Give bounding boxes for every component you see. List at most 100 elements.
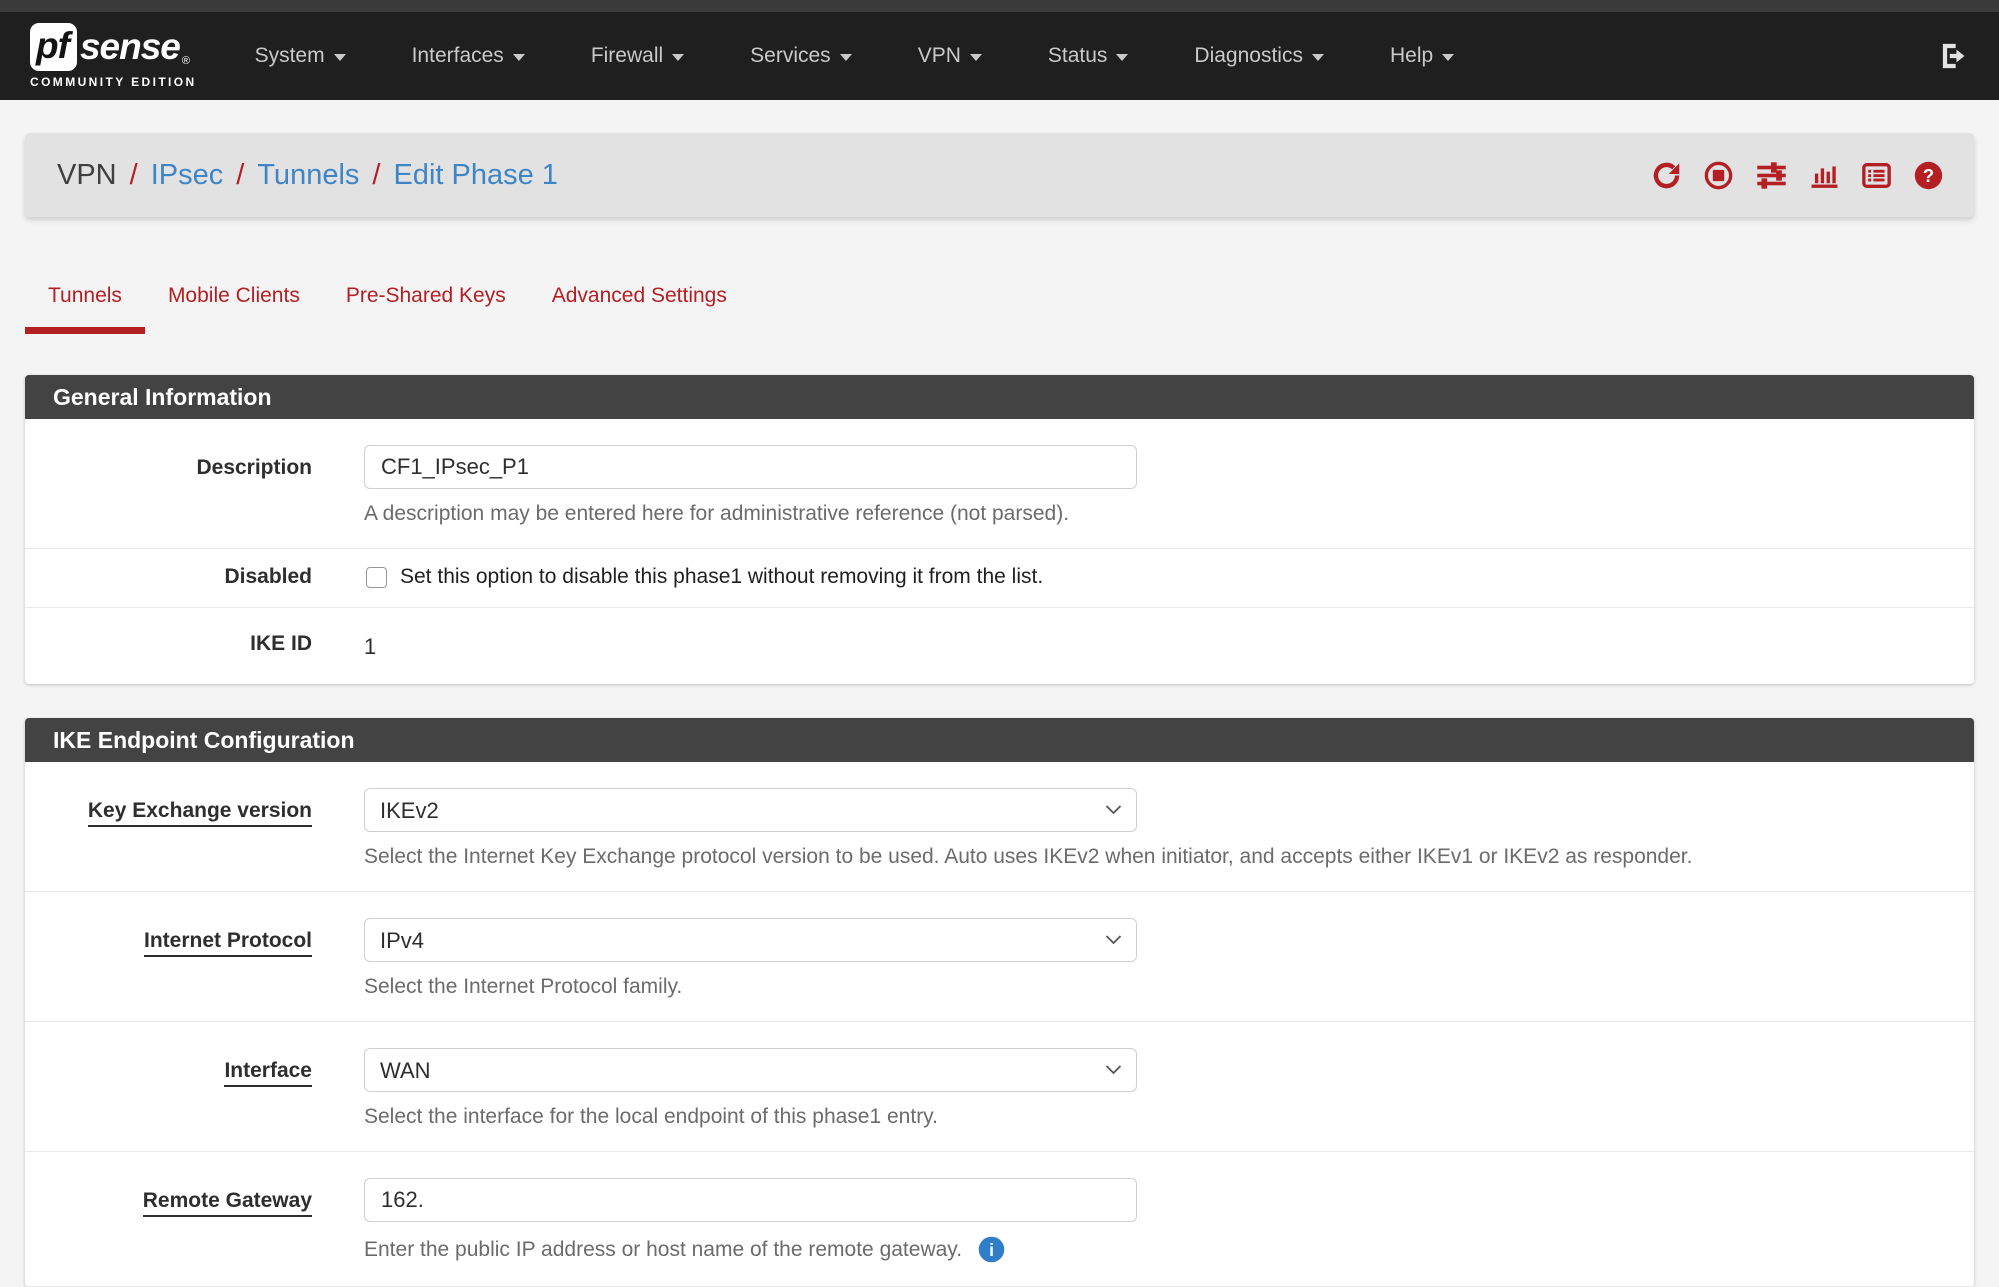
breadcrumb-tunnels-link[interactable]: Tunnels xyxy=(257,159,359,192)
nav-item-label: Diagnostics xyxy=(1194,44,1303,68)
nav-item-label: Status xyxy=(1048,44,1108,68)
related-settings-icon[interactable] xyxy=(1755,160,1788,191)
log-list-icon[interactable] xyxy=(1861,160,1892,191)
description-input[interactable] xyxy=(364,445,1137,489)
disabled-control: Set this option to disable this phase1 w… xyxy=(364,565,1974,589)
nav-item-status[interactable]: Status xyxy=(1048,44,1129,68)
pfsense-logo-main: pf sense ® xyxy=(30,23,197,71)
nav-item-label: Help xyxy=(1390,44,1433,68)
chevron-down-icon xyxy=(1116,54,1128,61)
ike-id-control: 1 xyxy=(364,632,1974,660)
breadcrumb-bar: VPN / IPsec / Tunnels / Edit Phase 1 xyxy=(25,133,1974,217)
top-strip xyxy=(0,0,1999,12)
panel-title: IKE Endpoint Configuration xyxy=(25,718,1974,762)
remote-gateway-label: Remote Gateway xyxy=(25,1178,364,1264)
tab-tunnels[interactable]: Tunnels xyxy=(25,270,145,334)
nav-item-interfaces[interactable]: Interfaces xyxy=(412,44,525,68)
breadcrumb-separator: / xyxy=(236,159,244,192)
chevron-down-icon xyxy=(840,54,852,61)
disabled-checkbox[interactable] xyxy=(366,567,387,588)
internet-protocol-select[interactable]: IPv4 xyxy=(364,918,1137,962)
description-label: Description xyxy=(25,445,364,526)
breadcrumb-vpn: VPN xyxy=(57,159,117,192)
description-help: A description may be entered here for ad… xyxy=(364,502,1934,526)
nav-item-label: Services xyxy=(750,44,831,68)
internet-protocol-label: Internet Protocol xyxy=(25,918,364,999)
pfsense-logo-pf: pf xyxy=(30,23,77,71)
ike-id-label: IKE ID xyxy=(25,632,364,660)
description-row: Description A description may be entered… xyxy=(25,419,1974,549)
remote-gateway-help: Enter the public IP address or host name… xyxy=(364,1235,1934,1264)
sub-tabs: Tunnels Mobile Clients Pre-Shared Keys A… xyxy=(25,270,1974,334)
key-exchange-label: Key Exchange version xyxy=(25,788,364,869)
breadcrumb-ipsec-link[interactable]: IPsec xyxy=(151,159,224,192)
interface-row: Interface WAN Select the interface for t… xyxy=(25,1022,1974,1152)
general-information-panel: General Information Description A descri… xyxy=(25,375,1974,684)
nav-item-label: Firewall xyxy=(591,44,663,68)
nav-item-label: System xyxy=(255,44,325,68)
remote-gateway-label-text: Remote Gateway xyxy=(143,1189,312,1217)
ike-endpoint-panel: IKE Endpoint Configuration Key Exchange … xyxy=(25,718,1974,1287)
pfsense-logo-edition: COMMUNITY EDITION xyxy=(30,75,197,89)
tab-pre-shared-keys[interactable]: Pre-Shared Keys xyxy=(323,270,529,334)
internet-protocol-control: IPv4 Select the Internet Protocol family… xyxy=(364,918,1974,999)
nav-item-vpn[interactable]: VPN xyxy=(918,44,982,68)
internet-protocol-row: Internet Protocol IPv4 Select the Intern… xyxy=(25,892,1974,1022)
disabled-row: Disabled Set this option to disable this… xyxy=(25,549,1974,608)
key-exchange-row: Key Exchange version IKEv2 Select the In… xyxy=(25,762,1974,892)
tab-advanced-settings[interactable]: Advanced Settings xyxy=(529,270,750,334)
chevron-down-icon xyxy=(1312,54,1324,61)
chevron-down-icon xyxy=(970,54,982,61)
panel-title: General Information xyxy=(25,375,1974,419)
chevron-down-icon xyxy=(334,54,346,61)
pfsense-logo[interactable]: pf sense ® COMMUNITY EDITION xyxy=(30,23,197,89)
nav-item-label: Interfaces xyxy=(412,44,504,68)
sign-out-icon[interactable] xyxy=(1937,40,1969,72)
interface-label: Interface xyxy=(25,1048,364,1129)
tab-mobile-clients[interactable]: Mobile Clients xyxy=(145,270,323,334)
top-navbar: pf sense ® COMMUNITY EDITION System Inte… xyxy=(0,12,1999,100)
ike-id-value: 1 xyxy=(364,632,1934,660)
nav-item-firewall[interactable]: Firewall xyxy=(591,44,684,68)
stop-service-icon[interactable] xyxy=(1703,160,1734,191)
breadcrumb-separator: / xyxy=(372,159,380,192)
chevron-down-icon xyxy=(1442,54,1454,61)
key-exchange-select[interactable]: IKEv2 xyxy=(364,788,1137,832)
disabled-label: Disabled xyxy=(25,565,364,589)
nav-menu: System Interfaces Firewall Services VPN … xyxy=(255,44,1455,68)
interface-help: Select the interface for the local endpo… xyxy=(364,1105,1934,1129)
interface-control: WAN Select the interface for the local e… xyxy=(364,1048,1974,1129)
breadcrumb-edit-phase1-link[interactable]: Edit Phase 1 xyxy=(393,159,557,192)
breadcrumb: VPN / IPsec / Tunnels / Edit Phase 1 xyxy=(57,159,558,192)
status-chart-icon[interactable] xyxy=(1809,160,1840,191)
nav-item-services[interactable]: Services xyxy=(750,44,852,68)
help-icon[interactable]: ? xyxy=(1913,160,1944,191)
info-icon[interactable]: i xyxy=(977,1235,1006,1264)
breadcrumb-separator: / xyxy=(130,159,138,192)
chevron-down-icon xyxy=(672,54,684,61)
nav-item-diagnostics[interactable]: Diagnostics xyxy=(1194,44,1324,68)
remote-gateway-control: Enter the public IP address or host name… xyxy=(364,1178,1974,1264)
page-content: VPN / IPsec / Tunnels / Edit Phase 1 xyxy=(25,133,1974,1287)
pfsense-logo-sense: sense xyxy=(80,26,180,68)
restart-service-icon[interactable] xyxy=(1651,160,1682,191)
interface-select[interactable]: WAN xyxy=(364,1048,1137,1092)
nav-item-help[interactable]: Help xyxy=(1390,44,1454,68)
disabled-checkbox-label: Set this option to disable this phase1 w… xyxy=(400,565,1043,589)
description-control: A description may be entered here for ad… xyxy=(364,445,1974,526)
svg-text:i: i xyxy=(989,1240,994,1260)
svg-text:?: ? xyxy=(1923,164,1934,185)
internet-protocol-label-text: Internet Protocol xyxy=(144,929,312,957)
page-action-icons: ? xyxy=(1651,160,1944,191)
remote-gateway-input[interactable] xyxy=(364,1178,1137,1222)
internet-protocol-help: Select the Internet Protocol family. xyxy=(364,975,1934,999)
remote-gateway-help-text: Enter the public IP address or host name… xyxy=(364,1238,962,1262)
ike-id-row: IKE ID 1 xyxy=(25,608,1974,684)
nav-item-system[interactable]: System xyxy=(255,44,346,68)
remote-gateway-row: Remote Gateway Enter the public IP addre… xyxy=(25,1152,1974,1287)
key-exchange-help: Select the Internet Key Exchange protoco… xyxy=(364,845,1934,869)
key-exchange-label-text: Key Exchange version xyxy=(88,799,312,827)
key-exchange-control: IKEv2 Select the Internet Key Exchange p… xyxy=(364,788,1974,869)
disabled-checkbox-line: Set this option to disable this phase1 w… xyxy=(364,565,1934,589)
interface-label-text: Interface xyxy=(224,1059,312,1087)
